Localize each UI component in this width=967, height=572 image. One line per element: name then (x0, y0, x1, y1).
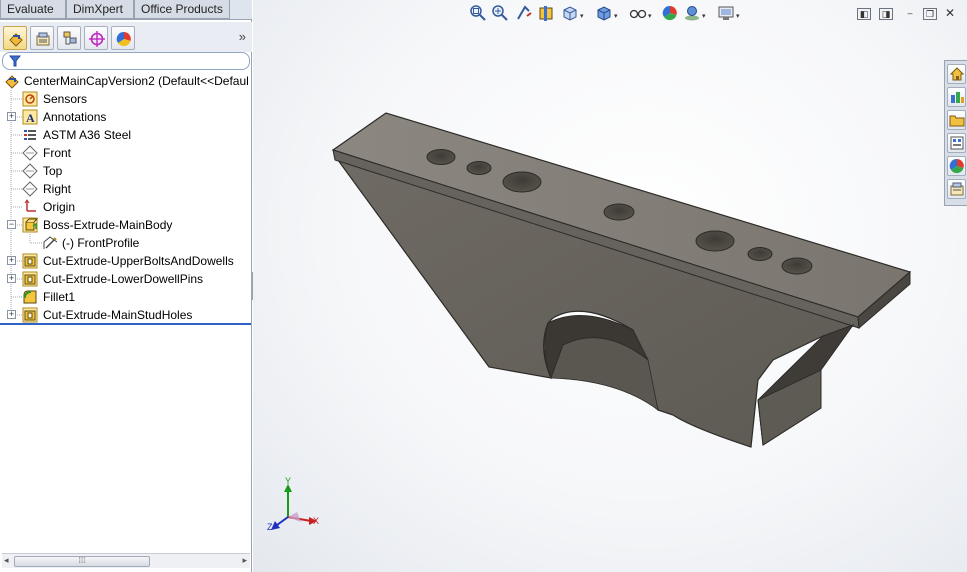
tree-item-material[interactable]: ASTM A36 Steel (0, 126, 250, 144)
tree-item-label: Front (43, 146, 72, 160)
custom-properties-tab[interactable] (947, 179, 966, 199)
tree-root-part[interactable]: CenterMainCapVersion2 (Default<<Defaul (2, 72, 252, 90)
bolt-hole (502, 171, 542, 193)
tree-item-label: ASTM A36 Steel (43, 128, 132, 142)
tree-item-label: Origin (43, 200, 76, 214)
tree-item-label: Cut-Extrude-LowerDowellPins (43, 272, 204, 286)
solidworks-resources-tab[interactable] (947, 64, 966, 84)
svg-text:A: A (26, 111, 35, 125)
tree-item-cut-extrude-mainstud[interactable]: + Cut-Extrude-MainStudHoles (0, 306, 250, 324)
bolt-hole (426, 149, 456, 165)
annotations-icon: A (22, 109, 38, 125)
tree-item-origin[interactable]: Origin (0, 198, 250, 216)
view-palette-icon (950, 136, 964, 150)
appearances-ball-icon (949, 158, 964, 174)
triad-y-label: Y (285, 476, 291, 486)
feature-manager-panel: Evaluate DimXpert Office Products » Cent… (0, 0, 252, 572)
scrollbar-thumb[interactable]: ⁞⁞⁞ (14, 556, 150, 567)
tree-item-cut-extrude-lowerdowell[interactable]: + Cut-Extrude-LowerDowellPins (0, 270, 250, 288)
cut-extrude-icon (22, 253, 38, 269)
expand-plus-icon[interactable]: + (7, 310, 16, 319)
task-pane-tabs (944, 60, 967, 206)
tree-item-right-plane[interactable]: Right (0, 180, 250, 198)
tree-item-label: Boss-Extrude-MainBody (43, 218, 173, 232)
part-name-label: CenterMainCapVersion2 (Default<<Defaul (24, 74, 249, 88)
tree-item-front-plane[interactable]: Front (0, 144, 250, 162)
bolt-hole (781, 257, 813, 275)
design-library-tab[interactable] (947, 87, 966, 107)
custom-properties-icon (950, 182, 964, 196)
plane-icon (22, 145, 38, 161)
design-library-icon (951, 92, 964, 103)
bolt-hole (603, 203, 635, 221)
expand-plus-icon[interactable]: + (7, 112, 16, 121)
tree-item-fillet1[interactable]: Fillet1 (0, 288, 250, 306)
graphics-area[interactable]: ▾ ▾ ▾ ▾ ▾ ◧ ◨ – ❐ ✕ Y X Z (253, 0, 967, 572)
bolt-hole (747, 247, 773, 261)
home-icon (949, 67, 965, 81)
collapse-minus-icon[interactable]: − (7, 220, 16, 229)
tree-item-label: Top (43, 164, 63, 178)
rollback-bar[interactable] (0, 323, 251, 325)
fillet-icon (23, 290, 37, 304)
material-icon (24, 130, 36, 140)
tree-item-label: Cut-Extrude-UpperBoltsAndDowells (43, 254, 234, 268)
folder-icon (949, 115, 965, 127)
appearances-scenes-tab[interactable] (947, 156, 966, 176)
part-model-viewport[interactable]: Y X Z (253, 0, 967, 572)
scroll-right-arrow-icon[interactable]: ▸ (242, 555, 247, 566)
bolt-hole (466, 161, 492, 175)
tree-item-annotations[interactable]: + A Annotations (0, 108, 250, 126)
tree-item-label: Cut-Extrude-MainStudHoles (43, 308, 193, 322)
file-explorer-tab[interactable] (947, 110, 966, 130)
tree-item-sensors[interactable]: Sensors (0, 90, 250, 108)
coordinate-triad (271, 484, 317, 530)
triad-z-label: Z (267, 522, 273, 532)
bolt-hole (695, 230, 735, 252)
tree-item-label: Fillet1 (43, 290, 76, 304)
tree-item-label: (-) FrontProfile (62, 236, 140, 250)
scroll-left-arrow-icon[interactable]: ◂ (4, 555, 9, 566)
sensors-icon (22, 91, 38, 107)
tree-item-cut-extrude-upperbolts[interactable]: + Cut-Extrude-UpperBoltsAndDowells (0, 252, 250, 270)
tree-item-label: Annotations (43, 110, 107, 124)
part-icon (5, 75, 19, 89)
plane-icon (22, 181, 38, 197)
tree-item-label: Sensors (43, 92, 88, 106)
expand-plus-icon[interactable]: + (7, 256, 16, 265)
cut-extrude-icon (22, 271, 38, 287)
tree-item-label: Right (43, 182, 72, 196)
plane-icon (22, 163, 38, 179)
expand-plus-icon[interactable]: + (7, 274, 16, 283)
tree-item-top-plane[interactable]: Top (0, 162, 250, 180)
boss-extrude-icon (22, 217, 38, 233)
triad-x-label: X (313, 516, 319, 526)
origin-icon (24, 199, 36, 212)
cut-extrude-icon (22, 307, 38, 323)
view-palette-tab[interactable] (947, 133, 966, 153)
tree-horizontal-scrollbar[interactable]: ◂ ⁞⁞⁞ ▸ (2, 553, 250, 568)
sketch-icon (43, 236, 58, 249)
tree-item-frontprofile-sketch[interactable]: (-) FrontProfile (0, 234, 250, 252)
tree-item-boss-extrude-mainbody[interactable]: − Boss-Extrude-MainBody (0, 216, 250, 234)
